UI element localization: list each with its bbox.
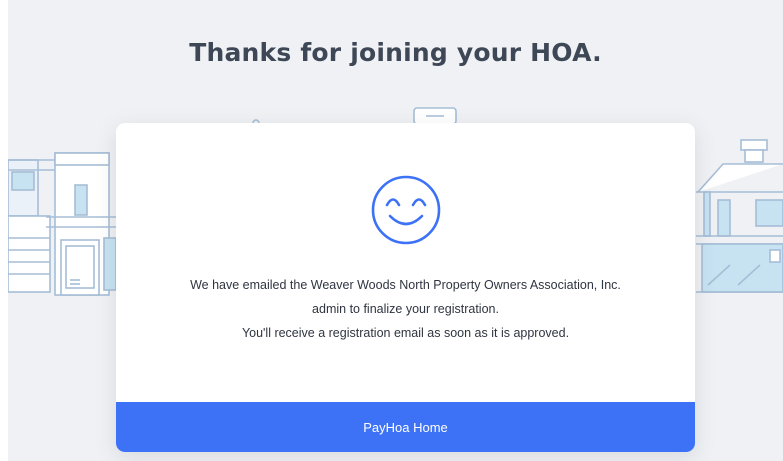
- right-house-illustration: [696, 139, 783, 293]
- message-line: You'll receive a registration email as s…: [241, 326, 570, 340]
- confirmation-message: We have emailed the Weaver Woods North P…: [116, 273, 695, 345]
- page-title: Thanks for joining your HOA.: [189, 38, 602, 67]
- payhoa-home-button[interactable]: PayHoa Home: [116, 402, 695, 452]
- smiley-face-icon: [371, 175, 441, 245]
- page-background: Thanks for joining your HOA. We have ema…: [8, 0, 783, 461]
- left-house-illustration: [8, 152, 120, 296]
- confirmation-dialog: We have emailed the Weaver Woods North P…: [116, 123, 695, 452]
- message-line: We have emailed the Weaver Woods North P…: [190, 278, 621, 292]
- message-line: admin to finalize your registration.: [312, 302, 499, 316]
